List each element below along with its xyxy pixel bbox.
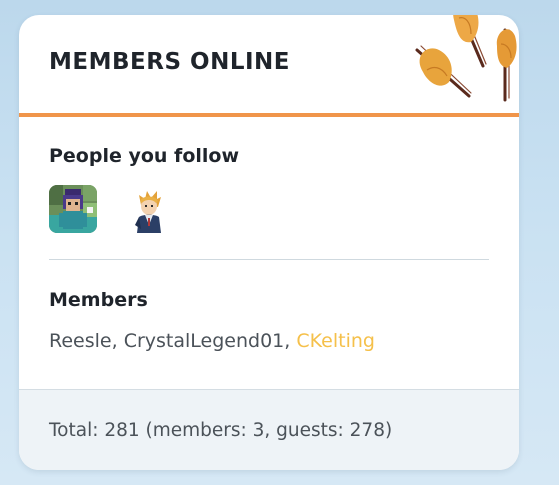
members-online-widget: MEMBERS ONLINE People you follow Members… — [19, 15, 519, 470]
online-total-text: Total: 281 (members: 3, guests: 278) — [49, 420, 393, 441]
member-link-reesle[interactable]: Reesle — [49, 330, 112, 352]
people-you-follow-heading[interactable]: People you follow — [49, 145, 489, 167]
member-separator: , — [111, 330, 124, 352]
member-link-ckelting[interactable]: CKelting — [296, 330, 375, 352]
members-section: Members Reesle, CrystalLegend01, CKeltin… — [49, 289, 489, 352]
member-list: Reesle, CrystalLegend01, CKelting — [49, 330, 489, 352]
widget-footer: Total: 281 (members: 3, guests: 278) — [19, 389, 519, 470]
followed-avatars — [49, 185, 489, 233]
section-divider — [49, 259, 489, 260]
followed-user-avatar-2[interactable] — [125, 185, 173, 233]
widget-title: MEMBERS ONLINE — [49, 49, 290, 75]
members-heading[interactable]: Members — [49, 289, 489, 311]
member-separator: , — [284, 330, 297, 352]
people-you-follow-section: People you follow — [49, 145, 489, 233]
widget-header: MEMBERS ONLINE — [19, 15, 519, 117]
member-link-crystallegend01[interactable]: CrystalLegend01 — [124, 330, 285, 352]
autumn-leaves-icon — [415, 15, 517, 102]
followed-user-avatar-1[interactable] — [49, 185, 97, 233]
